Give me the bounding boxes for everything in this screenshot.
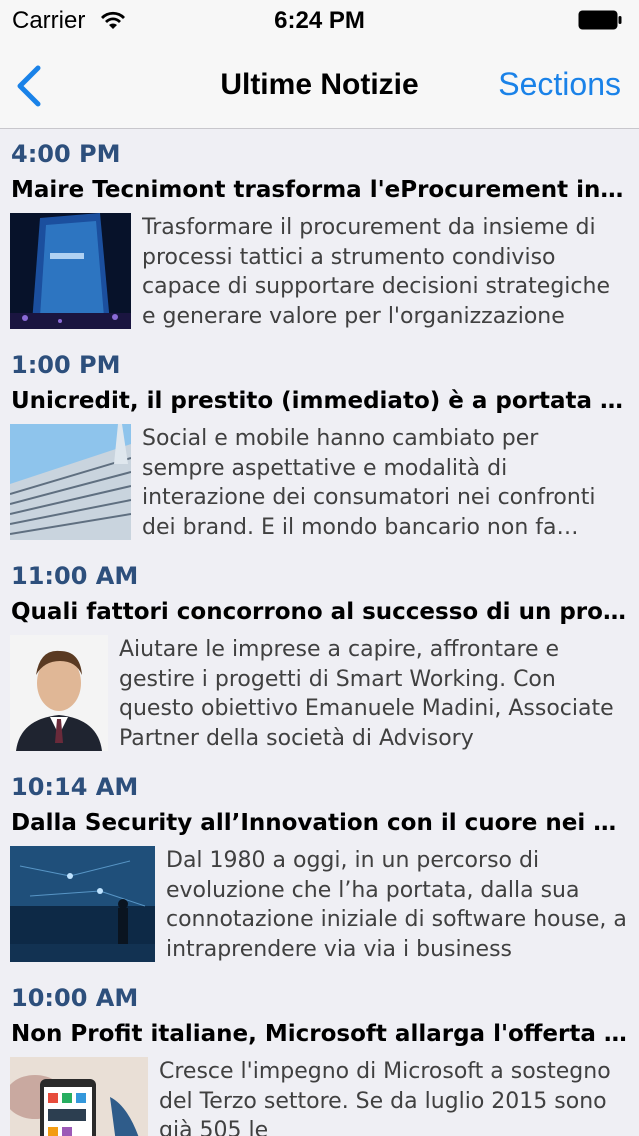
- news-summary: Aiutare le imprese a capire, affrontare …: [119, 637, 614, 751]
- news-summary: Cresce l'impegno di Microsoft a sostegno…: [159, 1059, 611, 1136]
- news-time: 10:14 AM: [11, 773, 139, 801]
- news-thumbnail: [10, 846, 155, 962]
- news-item[interactable]: 1:00 PM Unicredit, il prestito (immediat…: [0, 340, 639, 551]
- news-summary: Social e mobile hanno cambiato per sempr…: [142, 426, 596, 540]
- news-thumbnail: [10, 424, 131, 540]
- news-thumbnail: [10, 1057, 148, 1136]
- news-summary: Trasformare il procurement da insieme di…: [142, 215, 610, 329]
- status-bar: Carrier 6:24 PM: [0, 0, 639, 42]
- news-title: Dalla Security all’Innovation con il cuo…: [11, 810, 629, 836]
- status-time: 6:24 PM: [274, 7, 365, 34]
- news-list[interactable]: 4:00 PM Maire Tecnimont trasforma l'ePro…: [0, 129, 639, 1136]
- news-summary: Dal 1980 a oggi, in un percorso di evolu…: [166, 848, 627, 962]
- news-item[interactable]: 10:14 AM Dalla Security all’Innovation c…: [0, 762, 639, 973]
- news-thumbnail: [10, 213, 131, 329]
- news-item[interactable]: 11:00 AM Quali fattori concorrono al suc…: [0, 551, 639, 762]
- news-time: 10:00 AM: [11, 984, 139, 1012]
- navigation-bar: Ultime Notizie Sections: [0, 42, 639, 129]
- battery-icon: [578, 10, 622, 30]
- news-thumbnail: [10, 635, 108, 751]
- sections-button[interactable]: Sections: [498, 66, 621, 103]
- news-title: Unicredit, il prestito (immediato) è a p…: [11, 388, 629, 414]
- news-title: Quali fattori concorrono al successo di …: [11, 599, 629, 625]
- news-title: Maire Tecnimont trasforma l'eProcurement…: [11, 177, 629, 203]
- news-title: Non Profit italiane, Microsoft allarga l…: [11, 1021, 629, 1047]
- news-time: 4:00 PM: [11, 140, 121, 168]
- news-time: 11:00 AM: [11, 562, 139, 590]
- news-time: 1:00 PM: [11, 351, 121, 379]
- news-item[interactable]: 4:00 PM Maire Tecnimont trasforma l'ePro…: [0, 129, 639, 340]
- news-item[interactable]: 10:00 AM Non Profit italiane, Microsoft …: [0, 973, 639, 1136]
